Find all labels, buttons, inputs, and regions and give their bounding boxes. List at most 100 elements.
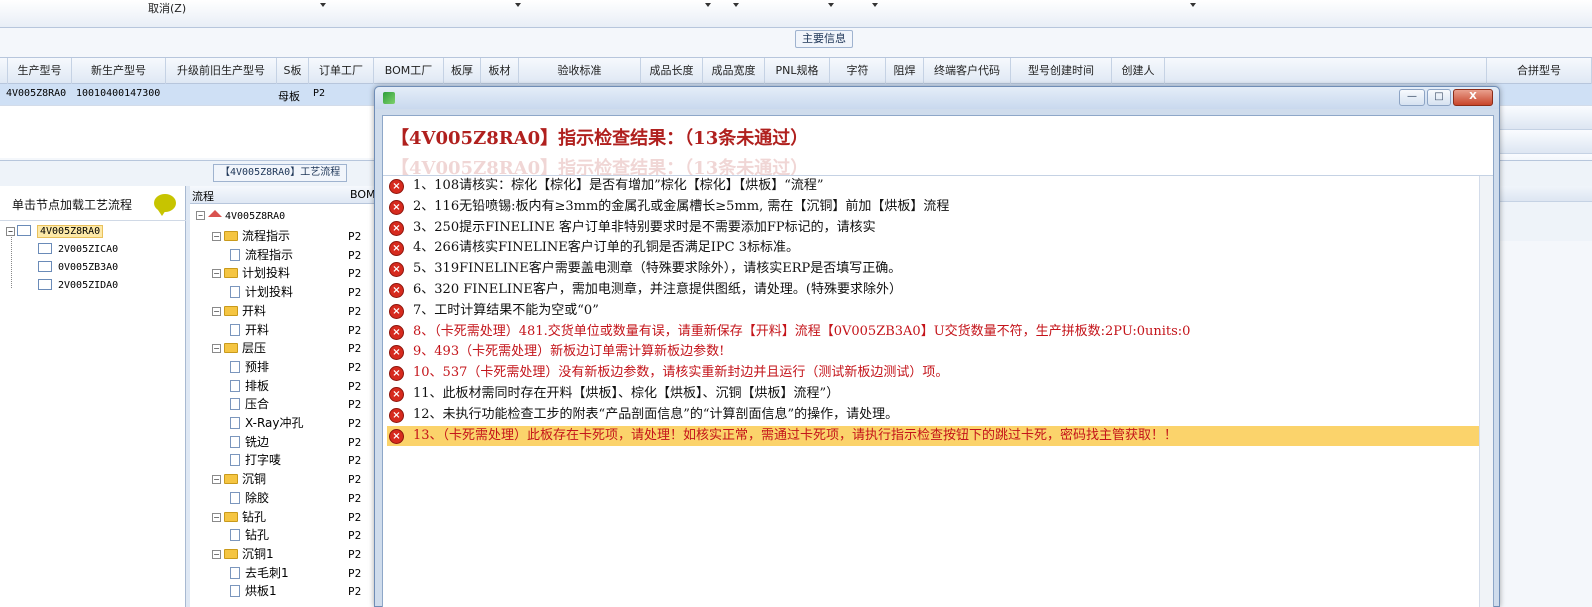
tree-node-4V005Z8RA0[interactable]: −4V005Z8RA0 [6,224,104,240]
process-group-node[interactable]: − 沉铜 [212,470,266,488]
process-step-node[interactable]: 开料 [230,321,269,339]
check-result-item[interactable]: × 7、工时计算结果不能为空或“0” [387,301,1491,322]
tree-node-0V005ZB3A0[interactable]: 0V005ZB3A0 [38,260,118,276]
process-step-node[interactable]: 预排 [230,358,269,376]
col-pnl-spec[interactable]: PNL规格 [765,58,830,84]
col-process[interactable]: 流程 [192,188,214,204]
process-step-node[interactable]: 铣边 [230,433,269,451]
process-node-label: X-Ray冲孔 [245,416,304,430]
check-result-item[interactable]: × 3、250提示FINELINE 客户订单非特别要求时是不需要添加FP标记的，请… [387,218,1491,239]
check-result-item[interactable]: × 6、320 FINELINE客户，需加电测章，并注意提供图纸，请处理。(特殊要… [387,280,1491,301]
col-end-customer[interactable]: 终端客户代码 [924,58,1011,84]
col-creator[interactable]: 创建人 [1112,58,1165,84]
col-order-factory[interactable]: 订单工厂 [309,58,374,84]
chevron-down-icon[interactable] [733,3,739,7]
chevron-down-icon[interactable] [320,3,326,7]
collapse-icon[interactable]: − [6,227,15,236]
col-merged-model[interactable]: 合拼型号 [1486,58,1592,84]
process-step-node[interactable]: 烘板1 [230,582,277,600]
col-new-model[interactable]: 新生产型号 [72,58,166,84]
document-icon [230,248,240,261]
chevron-down-icon[interactable] [1190,3,1196,7]
collapse-icon[interactable]: − [196,211,205,220]
col-solder-mask[interactable]: 阻焊 [886,58,924,84]
check-result-title-echo: 【4V005Z8RA0】指示检查结果：（13条未通过） [391,158,809,176]
tree-node-2V005ZICA0[interactable]: 2V005ZICA0 [38,242,118,258]
col-width[interactable]: 成品宽度 [703,58,765,84]
col-material[interactable]: 板材 [481,58,519,84]
check-result-text: 3、250提示FINELINE 客户订单非特别要求时是不需要添加FP标记的，请核… [413,219,876,235]
process-node-label: 除胶 [245,490,270,505]
process-step-node[interactable]: 去毛刺1 [230,564,289,582]
process-group-node[interactable]: − 开料 [212,302,266,320]
process-group-node[interactable]: − 计划投料 [212,264,290,282]
document-icon [17,225,31,236]
collapse-icon[interactable]: − [212,269,221,279]
process-step-node[interactable]: 流程指示 [230,246,293,264]
process-node-code: P2 [348,248,362,262]
process-step-node[interactable]: 打字唛 [230,451,281,469]
process-group-node[interactable]: − 钻孔 [212,508,266,526]
error-icon: × [389,220,404,236]
process-step-node[interactable]: 钻孔 [230,526,269,544]
collapse-icon[interactable]: − [212,549,221,559]
app-icon [383,92,395,104]
process-group-node[interactable]: − 沉铜1 [212,545,274,563]
process-tree-root[interactable]: −4V005Z8RA0 [196,208,285,226]
process-node-code: P2 [348,304,362,318]
col-character[interactable]: 字符 [830,58,886,84]
toolbar: 取消(Z) [0,0,1592,28]
check-result-item[interactable]: × 12、未执行功能检查工步的附表“产品剖面信息”的“计算剖面信息”的操作，请处理… [387,405,1491,426]
collapse-icon[interactable]: − [212,475,221,485]
check-result-item[interactable]: × 1、108请核实：棕化【棕化】是否有增加”棕化【棕化】【烘板】“流程” [387,176,1491,197]
tree-node-2V005ZIDA0[interactable]: 2V005ZIDA0 [38,278,118,294]
check-result-item[interactable]: × 11、此板材需同时存在开料【烘板】、棕化【烘板】、沉铜【烘板】流程”） [387,384,1491,405]
cell-new-model: 10010400147300 [76,88,161,99]
col-s-board[interactable]: S板 [277,58,309,84]
col-bom[interactable]: BOM [350,188,376,201]
dialog-titlebar[interactable]: — □ X [375,87,1499,109]
col-create-time[interactable]: 型号创建时间 [1011,58,1112,84]
chevron-down-icon[interactable] [828,3,834,7]
collapse-icon[interactable]: − [212,232,221,241]
check-result-item[interactable]: × 2、116无铅喷锡:板内有≥3mm的金属孔或金属槽长≥5mm, 需在【沉铜】前… [387,197,1491,218]
chevron-down-icon[interactable] [872,3,878,7]
collapse-icon[interactable]: − [212,512,221,522]
document-icon [230,454,240,467]
check-result-item[interactable]: × 13、（卡死需处理）此板存在卡死项，请处理！如核实正常，需通过卡死项，请执行指… [387,425,1491,447]
col-bom-factory[interactable]: BOM工厂 [374,58,444,84]
col-thickness[interactable]: 板厚 [444,58,481,84]
close-button[interactable]: X [1453,89,1493,106]
minimize-button[interactable]: — [1399,89,1425,106]
process-step-node[interactable]: 除胶 [230,489,269,507]
check-result-item[interactable]: × 4、266请核实FINELINE客户订单的孔铜是否满足IPC 3标标准。 [387,238,1491,259]
process-node-code: P2 [348,417,362,430]
col-length[interactable]: 成品长度 [641,58,703,84]
col-old-model[interactable]: 升级前旧生产型号 [166,58,277,84]
chevron-down-icon[interactable] [705,3,711,7]
collapse-icon[interactable]: − [212,306,221,316]
col-acceptance-standard[interactable]: 验收标准 [519,58,641,84]
process-step-node[interactable]: X-Ray冲孔 [230,414,303,432]
error-icon: × [389,407,404,423]
check-result-item[interactable]: × 10、537（卡死需处理）没有新板边参数，请核实重新封边并且运行（测试新板边测… [387,363,1491,384]
process-step-node[interactable]: 排板 [230,377,269,395]
collapse-icon[interactable]: − [212,344,221,354]
maximize-button[interactable]: □ [1427,89,1451,106]
main-info-group-title: 主要信息 [795,30,853,48]
process-node-code: P2 [348,342,362,356]
process-group-node[interactable]: − 层压 [212,339,266,357]
vertical-scrollbar[interactable] [1479,176,1493,607]
check-result-list: × 1、108请核实：棕化【棕化】是否有增加”棕化【棕化】【烘板】“流程” × 2、1… [387,176,1491,447]
check-result-item[interactable]: × 9、493（卡死需处理）新板边订单需计算新板边参数! [387,342,1491,363]
process-group-node[interactable]: − 流程指示 [212,227,290,245]
process-step-node[interactable]: 计划投料 [230,283,293,301]
cancel-button[interactable]: 取消(Z) [148,0,186,16]
process-node-code: P2 [348,230,362,243]
check-result-item[interactable]: × 5、319FINELINE客户需要盖电测章（特殊要求除外），请核实ERP是否填… [387,259,1491,280]
process-node-label: 烘板1 [245,584,277,599]
chevron-down-icon[interactable] [515,3,521,7]
col-production-model[interactable]: 生产型号 [8,58,72,84]
check-result-item[interactable]: × 8、（卡死需处理）481.交货单位或数量有误，请重新保存【开料】流程【0V00… [387,322,1491,343]
process-step-node[interactable]: 压合 [230,395,269,413]
